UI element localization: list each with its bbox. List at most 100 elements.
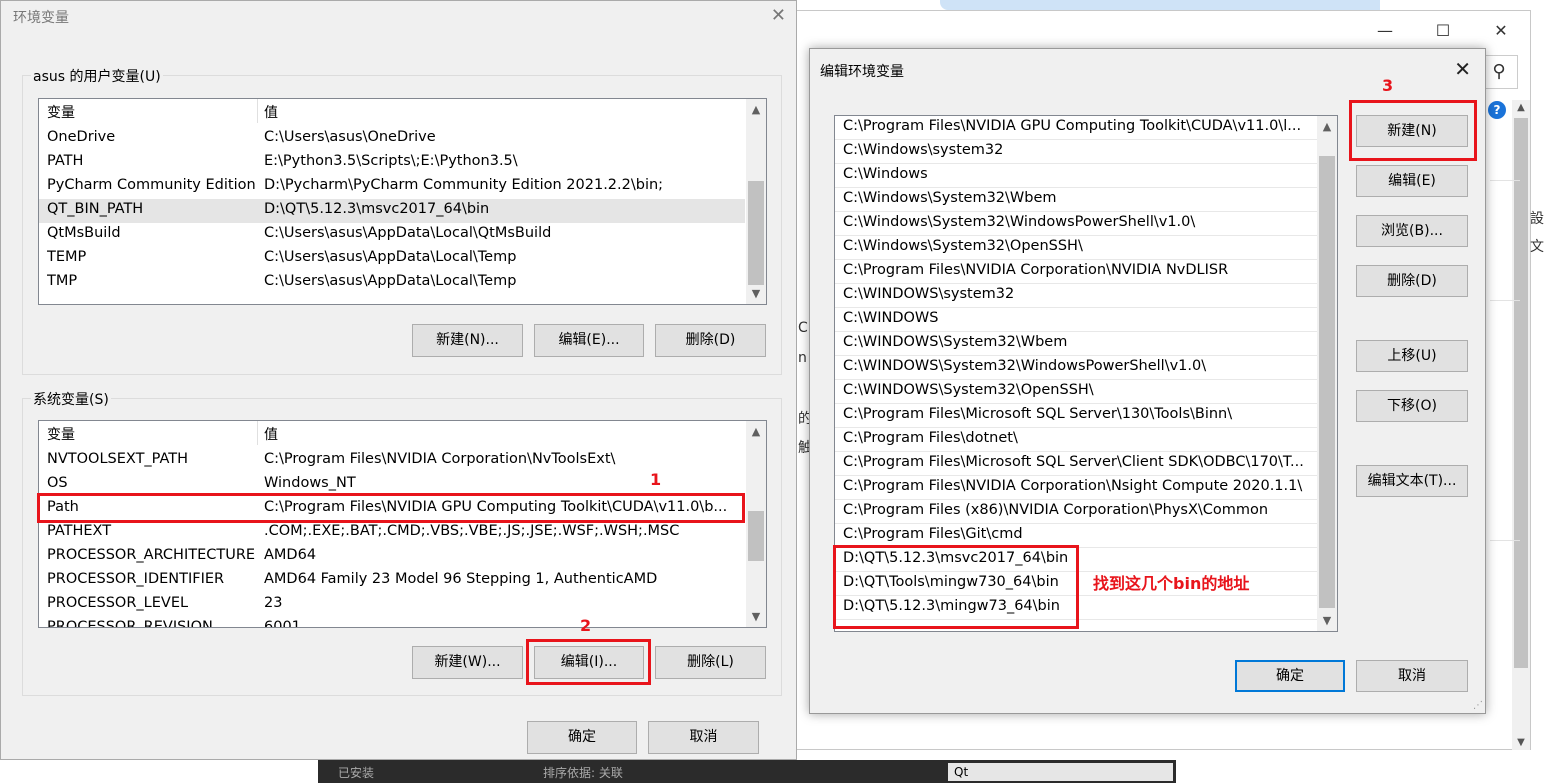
table-row[interactable]: PROCESSOR_ARCHITECTURE AMD64 — [39, 545, 745, 569]
scroll-down-icon[interactable]: ▼ — [746, 287, 766, 300]
ok-button[interactable]: 确定 — [1235, 660, 1345, 692]
edit-path-button[interactable]: 编辑(E) — [1356, 165, 1468, 197]
variable-name: NVTOOLSEXT_PATH — [47, 451, 189, 467]
close-icon[interactable]: ✕ — [1483, 19, 1519, 43]
variable-value: AMD64 Family 23 Model 96 Stepping 1, Aut… — [264, 571, 658, 587]
close-icon[interactable]: ✕ — [771, 5, 786, 26]
table-row[interactable]: PATHEXT .COM;.EXE;.BAT;.CMD;.VBS;.VBE;.JS… — [39, 521, 745, 545]
list-item[interactable]: C:\Windows\System32\WindowsPowerShell\v1… — [835, 212, 1317, 236]
background-banner — [940, 0, 1380, 10]
column-separator[interactable] — [257, 421, 258, 445]
system-new-button[interactable]: 新建(W)... — [412, 646, 523, 679]
highlight-edit-button — [526, 639, 651, 685]
scroll-thumb[interactable] — [748, 511, 764, 561]
table-row[interactable]: PROCESSOR_LEVEL 23 — [39, 593, 745, 617]
table-row[interactable]: QT_BIN_PATH D:\QT\5.12.3\msvc2017_64\bin — [39, 199, 745, 223]
list-item[interactable]: C:\Windows — [835, 164, 1317, 188]
list-item[interactable]: C:\Program Files\Microsoft SQL Server\Cl… — [835, 452, 1317, 476]
resize-grip-icon[interactable]: ⋰ — [1473, 700, 1483, 711]
variable-value: 23 — [264, 595, 283, 611]
list-item[interactable]: C:\WINDOWS\System32\Wbem — [835, 332, 1317, 356]
list-header: 变量 值 — [39, 99, 745, 123]
system-list-scrollbar[interactable]: ▲ ▼ — [746, 421, 766, 627]
list-item[interactable]: C:\WINDOWS — [835, 308, 1317, 332]
move-up-button[interactable]: 上移(U) — [1356, 340, 1468, 372]
scroll-up-icon[interactable]: ▲ — [746, 103, 766, 116]
question-icon[interactable]: ? — [1488, 101, 1506, 119]
table-row[interactable]: QtMsBuild C:\Users\asus\AppData\Local\QtM… — [39, 223, 745, 247]
variable-name: PROCESSOR_LEVEL — [47, 595, 189, 611]
table-row[interactable]: OneDrive C:\Users\asus\OneDrive — [39, 127, 745, 151]
table-row[interactable]: PATH E:\Python3.5\Scripts\;E:\Python3.5\ — [39, 151, 745, 175]
scroll-down-icon[interactable]: ▼ — [746, 610, 766, 623]
list-item[interactable]: C:\Windows\System32\Wbem — [835, 188, 1317, 212]
user-variables-list[interactable]: 变量 值 OneDrive C:\Users\asus\OneDrive PATH… — [38, 98, 767, 305]
scroll-thumb[interactable] — [1319, 156, 1335, 608]
cancel-button[interactable]: 取消 — [1356, 660, 1468, 692]
background-scroll-thumb[interactable] — [1514, 118, 1528, 668]
list-item[interactable]: C:\Program Files\NVIDIA Corporation\NVID… — [835, 260, 1317, 284]
table-row[interactable]: TEMP C:\Users\asus\AppData\Local\Temp — [39, 247, 745, 271]
variable-name: PROCESSOR_REVISION — [47, 619, 213, 628]
step-marker-2: 2 — [580, 616, 592, 635]
column-variable[interactable]: 变量 — [47, 424, 75, 444]
column-separator[interactable] — [257, 99, 258, 123]
variable-value: D:\QT\5.12.3\msvc2017_64\bin — [264, 201, 490, 217]
column-value[interactable]: 值 — [264, 424, 278, 444]
table-row[interactable]: PROCESSOR_IDENTIFIER AMD64 Family 23 Mode… — [39, 569, 745, 593]
list-item[interactable]: C:\WINDOWS\System32\WindowsPowerShell\v1… — [835, 356, 1317, 380]
path-entry: C:\WINDOWS\System32\Wbem — [843, 334, 1068, 350]
table-row[interactable]: TMP C:\Users\asus\AppData\Local\Temp — [39, 271, 745, 295]
list-item[interactable]: C:\Program Files\NVIDIA GPU Computing To… — [835, 116, 1317, 140]
maximize-icon[interactable]: ☐ — [1425, 19, 1461, 43]
list-item[interactable]: C:\WINDOWS\system32 — [835, 284, 1317, 308]
ok-button[interactable]: 确定 — [527, 721, 637, 754]
edit-text-button[interactable]: 编辑文本(T)... — [1356, 465, 1468, 497]
scroll-down-icon[interactable]: ▼ — [1317, 614, 1337, 627]
table-row[interactable]: NVTOOLSEXT_PATH C:\Program Files\NVIDIA C… — [39, 449, 745, 473]
scroll-up-icon[interactable]: ▲ — [1512, 102, 1530, 113]
variable-name: QT_BIN_PATH — [47, 201, 144, 217]
user-edit-button[interactable]: 编辑(E)... — [534, 324, 644, 357]
user-list-scrollbar[interactable]: ▲ ▼ — [746, 99, 766, 304]
list-item[interactable]: C:\Program Files\Microsoft SQL Server\13… — [835, 404, 1317, 428]
variable-value: C:\Users\asus\AppData\Local\QtMsBuild — [264, 225, 552, 241]
path-entry: C:\WINDOWS\System32\OpenSSH\ — [843, 382, 1094, 398]
path-list-scrollbar[interactable]: ▲ ▼ — [1317, 116, 1337, 631]
cancel-button[interactable]: 取消 — [648, 721, 759, 754]
scroll-down-icon[interactable]: ▼ — [1512, 737, 1530, 748]
column-variable[interactable]: 变量 — [47, 102, 75, 122]
delete-path-button[interactable]: 删除(D) — [1356, 265, 1468, 297]
list-item[interactable]: C:\Windows\System32\OpenSSH\ — [835, 236, 1317, 260]
annotation-note: 找到这几个bin的地址 — [1093, 574, 1250, 593]
list-item[interactable]: C:\Program Files\dotnet\ — [835, 428, 1317, 452]
minimize-icon[interactable]: — — [1367, 19, 1403, 43]
variable-name: TMP — [47, 273, 78, 289]
user-new-button[interactable]: 新建(N)... — [412, 324, 523, 357]
move-down-button[interactable]: 下移(O) — [1356, 390, 1468, 422]
variable-name: QtMsBuild — [47, 225, 121, 241]
list-item[interactable]: C:\Program Files (x86)\NVIDIA Corporatio… — [835, 500, 1317, 524]
list-item[interactable]: C:\Windows\system32 — [835, 140, 1317, 164]
browse-button[interactable]: 浏览(B)... — [1356, 215, 1468, 247]
table-row[interactable]: PyCharm Community Edition D:\Pycharm\PyCh… — [39, 175, 745, 199]
path-entry: C:\WINDOWS\system32 — [843, 286, 1015, 302]
scroll-up-icon[interactable]: ▲ — [1317, 120, 1337, 133]
dialog-title: 环境变量 — [13, 10, 69, 26]
taskbar-search-input[interactable]: Qt — [948, 763, 1173, 781]
list-item[interactable]: C:\WINDOWS\System32\OpenSSH\ — [835, 380, 1317, 404]
background-scrollbar[interactable]: ▲ ▼ — [1512, 100, 1530, 750]
system-delete-button[interactable]: 删除(L) — [655, 646, 766, 679]
list-header: 变量 值 — [39, 421, 745, 445]
scroll-up-icon[interactable]: ▲ — [746, 425, 766, 438]
system-variables-list[interactable]: 变量 值 NVTOOLSEXT_PATH C:\Program Files\NVI… — [38, 420, 767, 628]
table-row[interactable]: PROCESSOR_REVISION 6001 — [39, 617, 745, 628]
close-icon[interactable]: ✕ — [1454, 57, 1471, 81]
user-delete-button[interactable]: 删除(D) — [655, 324, 766, 357]
list-item[interactable]: C:\Program Files\NVIDIA Corporation\Nsig… — [835, 476, 1317, 500]
step-marker-3: 3 — [1382, 76, 1394, 95]
taskbar-item[interactable]: 已安装 — [338, 764, 374, 781]
path-entry: C:\WINDOWS — [843, 310, 939, 326]
scroll-thumb[interactable] — [748, 181, 764, 285]
column-value[interactable]: 值 — [264, 102, 278, 122]
